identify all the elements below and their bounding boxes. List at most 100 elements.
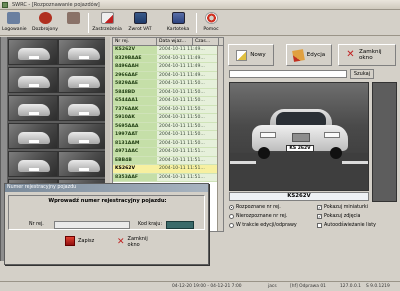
lifebuoy-icon — [204, 12, 218, 24]
column-header-time[interactable]: Czas... — [193, 38, 219, 45]
stop-sign-icon — [38, 12, 52, 24]
column-header-date[interactable]: Data wjaz... — [157, 38, 193, 45]
plate-datetime: 2004-10-11 11:49... — [157, 46, 217, 54]
toolbar-logowanie-button[interactable]: Logowanie — [2, 12, 27, 35]
plate-number: 2966AAF — [113, 71, 157, 79]
pencil-icon — [291, 48, 305, 62]
plate-number: 5829AAE — [113, 80, 157, 88]
thumbnail[interactable] — [58, 67, 108, 93]
plate-number: EBB4B — [113, 156, 157, 164]
plate-row[interactable]: 8496AAH 2004-10-11 11:49... — [113, 63, 223, 72]
checkbox-autoscroll[interactable]: Autoodświeżanie listy — [317, 223, 376, 228]
thumbnail[interactable] — [58, 39, 108, 65]
plate-row[interactable]: EBB4B 2004-10-11 11:51... — [113, 156, 223, 165]
title-bar: SWRC - [Rozpoznawanie pojazdów] — [0, 0, 400, 10]
plate-number-input[interactable] — [54, 221, 130, 229]
search-bar: Szukaj — [226, 69, 400, 79]
status-mode: [hf] Odprawa 01 — [290, 284, 326, 289]
license-plate: KS 262V — [286, 145, 314, 152]
plate-row[interactable]: 5829AAE 2004-10-11 11:50... — [113, 80, 223, 89]
plate-row[interactable]: 8329BAAE 2004-10-11 11:49... — [113, 54, 223, 63]
thumbnail[interactable] — [58, 123, 108, 149]
toolbar: Logowanie Dozbrojony Zastrzeżenia Zwrot … — [0, 10, 400, 36]
plate-datetime: 2004-10-11 11:50... — [157, 139, 217, 147]
plate-row[interactable]: 7376AAK 2004-10-11 11:50... — [113, 105, 223, 114]
toolbar-zwrot-vat-button[interactable]: Zwrot VAT — [126, 12, 154, 35]
toolbar-kartoteka-button[interactable]: Kartoteka — [164, 12, 192, 35]
radio-editing[interactable]: W trakcie edycji/odprawy — [229, 223, 297, 228]
status-ip: 127.0.0.1 — [340, 284, 361, 289]
status-version: S 9.0.1219 — [366, 284, 390, 289]
plate-number: 8131AAM — [113, 139, 157, 147]
status-user: jacs — [268, 284, 277, 289]
plate-row[interactable]: 5910AK 2004-10-11 11:50... — [113, 114, 223, 123]
thumbnail[interactable] — [8, 67, 58, 93]
plate-number: KS262V — [113, 46, 157, 54]
plate-number: 8496AAH — [113, 63, 157, 71]
radio-recognized[interactable]: Rozpoznane nr rej. — [229, 205, 281, 210]
plates-list-header: Nr rej. Data wjaz... Czas... — [113, 38, 223, 46]
country-code-select[interactable] — [166, 221, 194, 229]
thumbnail[interactable] — [58, 95, 108, 121]
plate-row[interactable]: 8131AAM 2004-10-11 11:50... — [113, 139, 223, 148]
column-header-plate[interactable]: Nr rej. — [113, 38, 157, 45]
radio-icon — [229, 223, 234, 228]
plate-number: 5848BD — [113, 88, 157, 96]
radio-icon — [229, 214, 234, 219]
search-button[interactable]: Szukaj — [350, 69, 374, 79]
plate-datetime: 2004-10-11 11:51... — [157, 165, 217, 173]
radio-icon — [229, 205, 234, 210]
edit-button[interactable]: Edycja — [286, 44, 332, 66]
radio-unrecognized[interactable]: Nierozpoznane nr rej. — [229, 214, 287, 219]
close-window-button[interactable]: ✕ Zamknij okno — [338, 44, 396, 66]
new-document-icon — [236, 49, 248, 61]
save-button[interactable]: Zapisz — [65, 236, 94, 246]
checkbox-show-photos[interactable]: ✓ Pokazuj zdjęcia — [317, 214, 360, 219]
plate-row[interactable]: 5695AAA 2004-10-11 11:50... — [113, 122, 223, 131]
plate-entry-dialog: Numer rejestracyjny pojazdu Wprowadź num… — [4, 183, 209, 265]
plate-row[interactable]: 5848BD 2004-10-11 11:50... — [113, 88, 223, 97]
plate-number: 8329BAAE — [113, 54, 157, 62]
plate-number: 1997AAT — [113, 131, 157, 139]
plate-datetime: 2004-10-11 11:49... — [157, 71, 217, 79]
thumbnail[interactable] — [8, 123, 58, 149]
new-button[interactable]: Nowy — [228, 44, 274, 66]
plates-list-scrollbar[interactable] — [217, 46, 223, 231]
checkmark-icon: ✓ — [317, 205, 322, 210]
toolbar-dozbrojony-button[interactable]: Dozbrojony — [32, 12, 58, 35]
dialog-title: Numer rejestracyjny pojazdu — [5, 184, 208, 192]
close-icon: ✕ — [346, 48, 355, 60]
plate-row[interactable]: 4971AAC 2004-10-11 11:51... — [113, 148, 223, 157]
plate-row[interactable]: KS262V 2004-10-11 11:51... — [113, 165, 223, 174]
plate-row[interactable]: KS262V 2004-10-11 11:49... — [113, 46, 223, 55]
photo-thumbnail-strip[interactable] — [372, 82, 397, 202]
toolbar-zastrzezenia-button[interactable]: Zastrzeżenia — [92, 12, 122, 35]
plate-datetime: 2004-10-11 11:51... — [157, 173, 217, 181]
nr-rej-label: Nr rej. — [29, 222, 44, 227]
plates-list-rows: KS262V 2004-10-11 11:49... 8329BAAE 2004-10… — [113, 46, 223, 182]
toolbar-disabled-button[interactable] — [64, 12, 82, 35]
plate-datetime: 2004-10-11 11:50... — [157, 88, 217, 96]
search-input[interactable] — [229, 70, 347, 78]
toolbar-separator — [196, 13, 197, 33]
plate-row[interactable]: 8353AAF 2004-10-11 11:51... — [113, 173, 223, 182]
plate-datetime: 2004-10-11 11:50... — [157, 114, 217, 122]
plate-row[interactable]: 2966AAF 2004-10-11 11:49... — [113, 71, 223, 80]
plate-row[interactable]: 1997AAT 2004-10-11 11:50... — [113, 131, 223, 140]
plate-datetime: 2004-10-11 11:50... — [157, 97, 217, 105]
plate-row[interactable]: 6544AA1 2004-10-11 11:50... — [113, 97, 223, 106]
toolbar-pomoc-button[interactable]: Pomoc — [200, 12, 222, 35]
user-icon — [6, 12, 20, 24]
thumbnail[interactable] — [8, 39, 58, 65]
cabinet-icon — [171, 12, 185, 24]
checkmark-icon: ✓ — [317, 214, 322, 219]
thumbnail[interactable] — [58, 151, 108, 177]
checkbox-show-thumbs[interactable]: ✓ Pokazuj miniaturki — [317, 205, 368, 210]
dialog-body: Wprowadź numer rejestracyjny pojazdu: Nr… — [8, 195, 205, 230]
plate-number: KS262V — [113, 165, 157, 173]
notepad-icon — [100, 12, 114, 24]
plate-datetime: 2004-10-11 11:49... — [157, 63, 217, 71]
thumbnail[interactable] — [8, 95, 58, 121]
dialog-close-button[interactable]: ✕ Zamknij okno — [117, 236, 150, 248]
thumbnail[interactable] — [8, 151, 58, 177]
